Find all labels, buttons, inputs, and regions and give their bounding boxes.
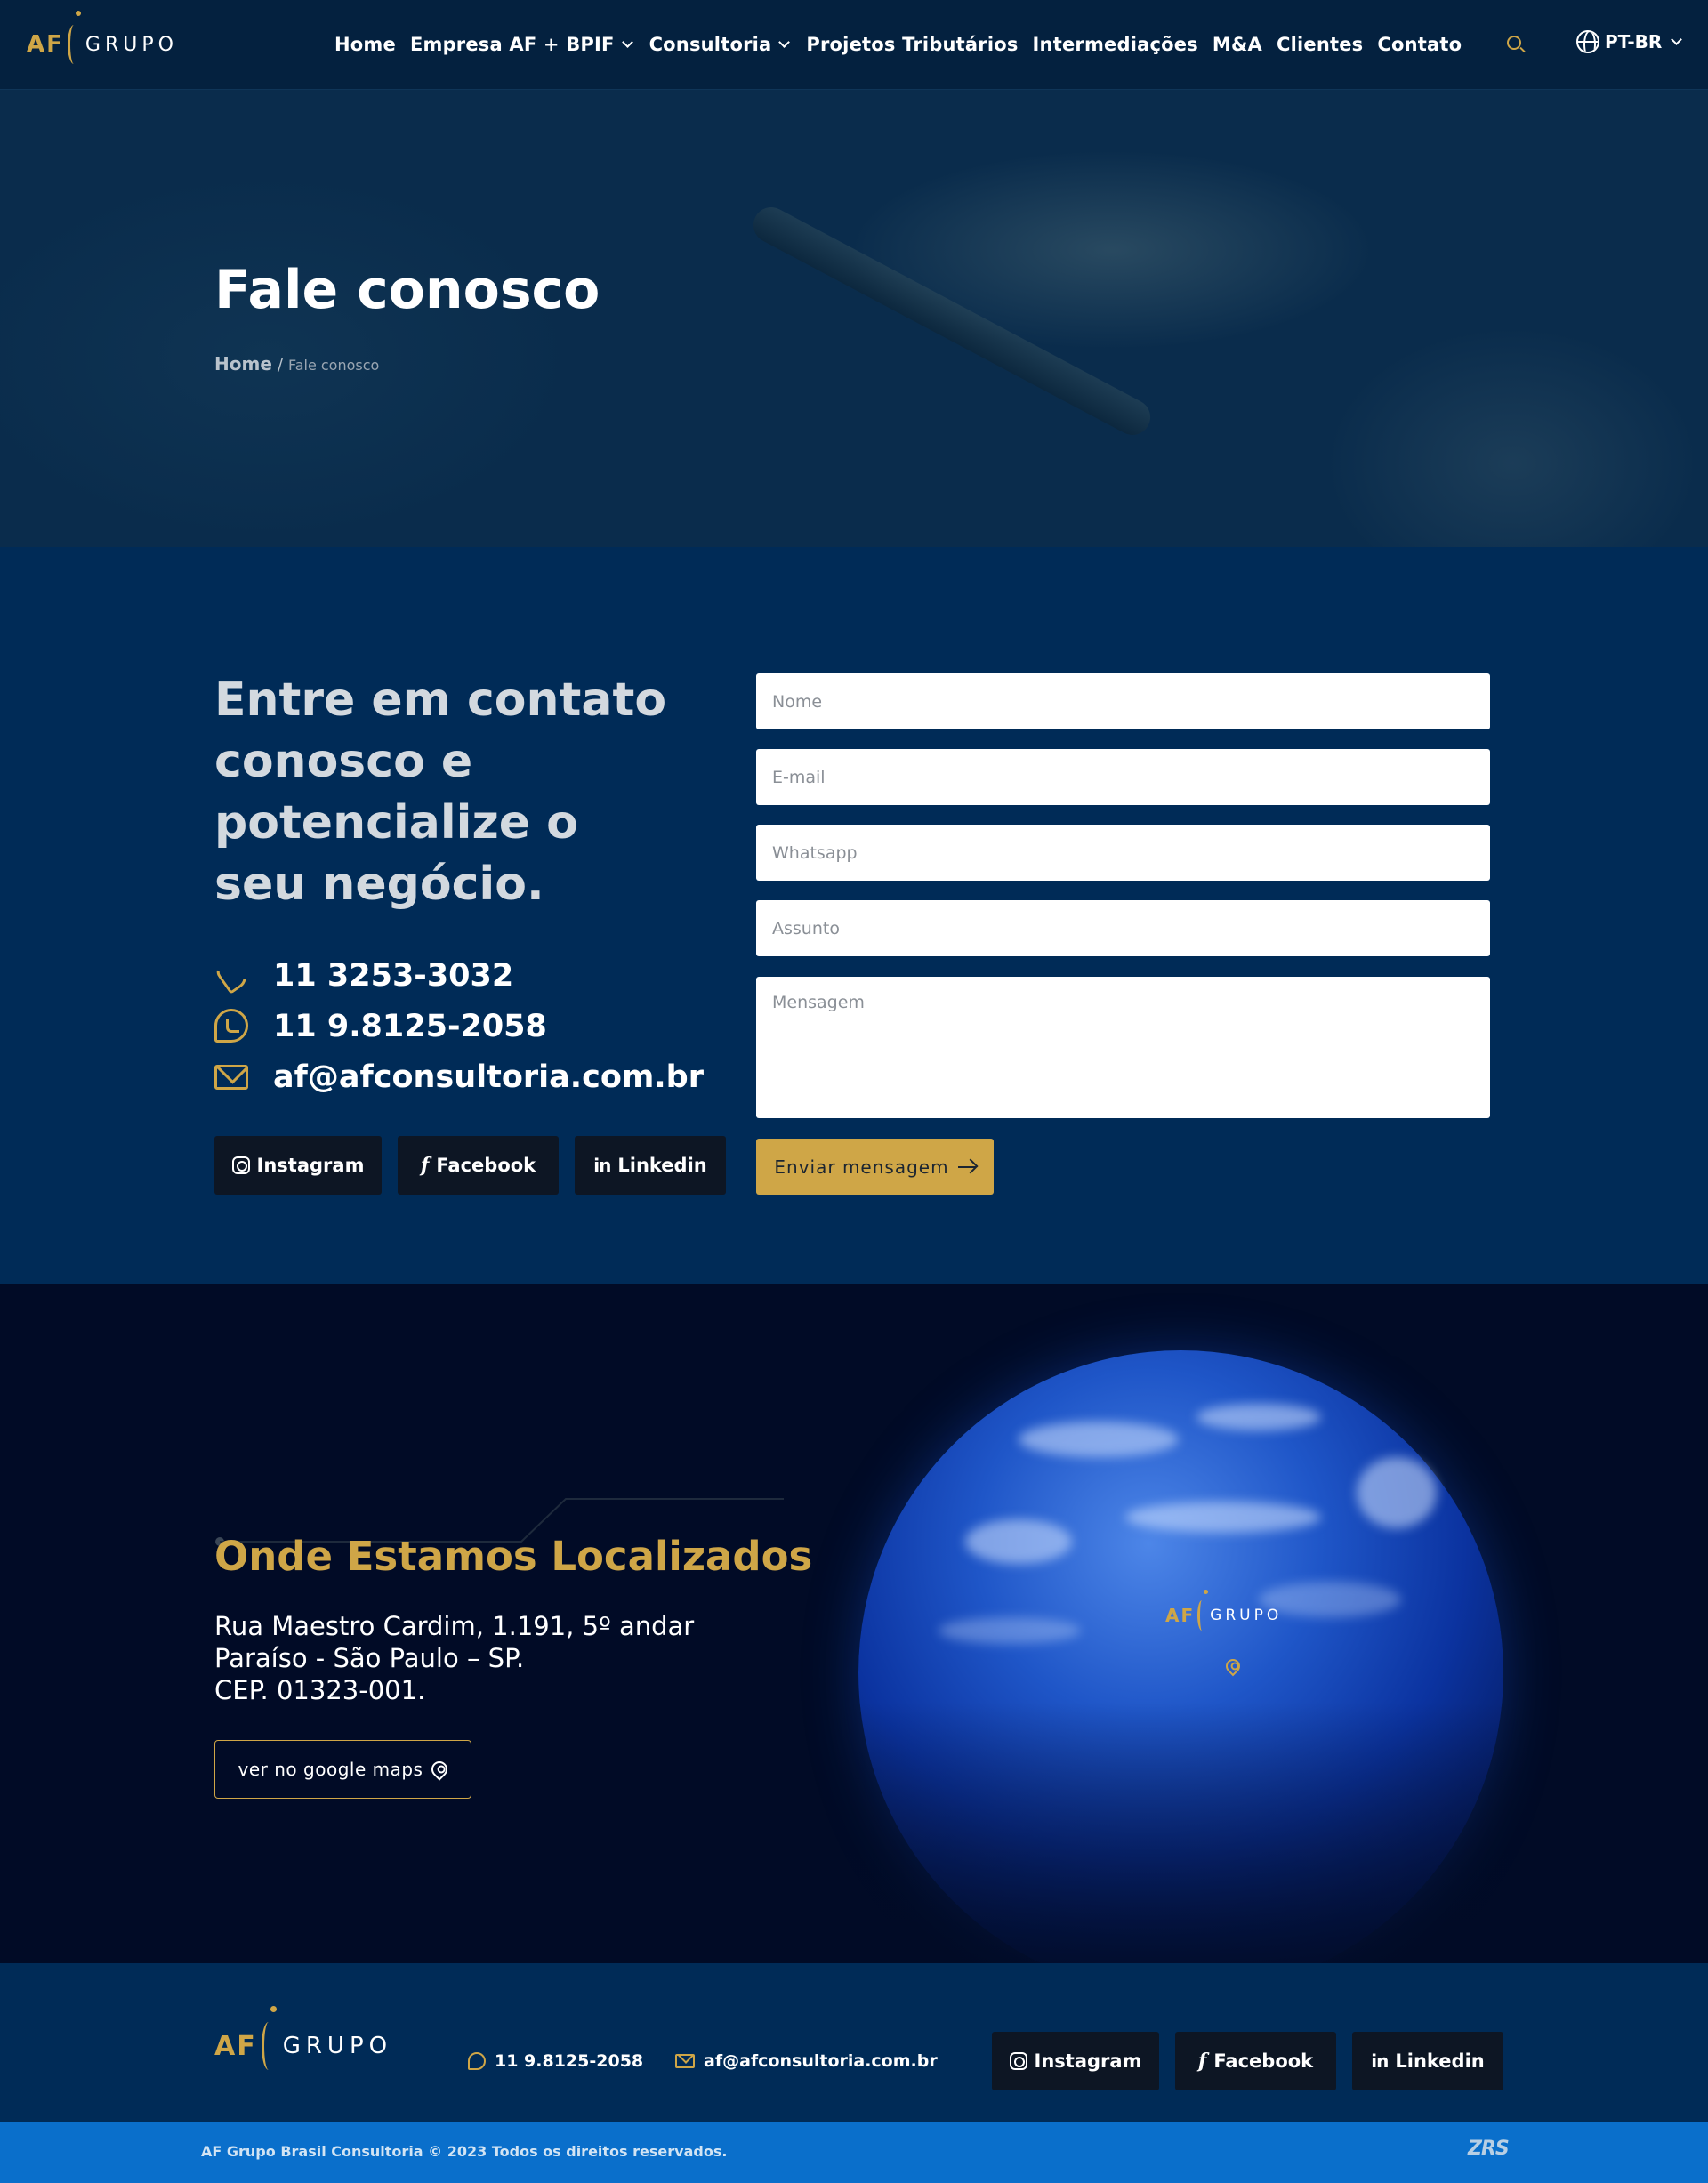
subject-input[interactable] — [756, 900, 1490, 956]
instagram-icon — [231, 1156, 250, 1174]
footer-logo-grupo-text: GRUPO — [282, 2033, 393, 2059]
whatsapp-input[interactable] — [756, 825, 1490, 881]
instagram-button[interactable]: Instagram — [214, 1136, 382, 1195]
footer-facebook-button[interactable]: f Facebook — [1175, 2032, 1336, 2090]
search-icon[interactable] — [1505, 34, 1527, 55]
chevron-down-icon — [778, 36, 791, 48]
contact-phone: 11 3253-3032 — [273, 958, 514, 994]
breadcrumb-separator: / — [277, 356, 283, 375]
header-logo[interactable]: AF GRUPO — [27, 11, 178, 75]
name-input[interactable] — [756, 673, 1490, 729]
footer-instagram-button[interactable]: Instagram — [992, 2032, 1159, 2090]
address-line-2: Paraíso - São Paulo – SP. — [214, 1643, 525, 1673]
nav-intermediacoes[interactable]: Intermediações — [1033, 34, 1198, 55]
hero-background-image — [746, 200, 1157, 442]
logo-mark-icon — [1197, 1590, 1209, 1631]
contact-heading: Entre em contato conosco e potencialize … — [214, 673, 667, 911]
nav-empresa-af-bpif[interactable]: Empresa AF + BPIF — [410, 34, 635, 55]
globe-fade-overlay — [801, 1702, 1601, 1963]
facebook-button[interactable]: f Facebook — [398, 1136, 559, 1195]
footer-whatsapp-link[interactable]: 11 9.8125-2058 — [468, 2051, 643, 2071]
language-selector[interactable]: PT-BR — [1576, 30, 1684, 53]
main-nav: Home Empresa AF + BPIF Consultoria Proje… — [334, 0, 1462, 89]
copyright-bar: AF Grupo Brasil Consultoria © 2023 Todos… — [0, 2122, 1708, 2183]
location-title: Onde Estamos Localizados — [214, 1533, 813, 1580]
logo-mark-icon — [261, 2006, 277, 2070]
send-message-label: Enviar mensagem — [774, 1156, 949, 1178]
footer-facebook-label: Facebook — [1213, 2050, 1314, 2072]
footer-email-link[interactable]: af@afconsultoria.com.br — [675, 2051, 938, 2071]
phone-icon — [213, 955, 252, 995]
contact-section: Entre em contato conosco e potencialize … — [0, 547, 1708, 1284]
site-header: AF GRUPO Home Empresa AF + BPIF Consulto… — [0, 0, 1708, 90]
facebook-label: Facebook — [436, 1155, 536, 1176]
address-line-3: CEP. 01323-001. — [214, 1675, 426, 1705]
logo-af-text: AF — [27, 31, 64, 58]
footer-linkedin-button[interactable]: in Linkedin — [1352, 2032, 1503, 2090]
nav-home[interactable]: Home — [334, 34, 396, 55]
location-section: Onde Estamos Localizados Rua Maestro Car… — [0, 1284, 1708, 1963]
globe-logo: AF GRUPO — [1165, 1590, 1283, 1638]
map-pin-icon — [428, 1758, 452, 1781]
site-footer: AF GRUPO 11 9.8125-2058 af@afconsultoria… — [0, 1963, 1708, 2122]
developer-logo[interactable]: ZRS — [1468, 2138, 1510, 2160]
linkedin-label: Linkedin — [617, 1155, 707, 1176]
page-hero: Fale conosco Home / Fale conosco — [0, 90, 1708, 547]
globe-logo-af-text: AF — [1165, 1605, 1196, 1626]
linkedin-icon: in — [1371, 2050, 1389, 2072]
chevron-down-icon — [1671, 33, 1683, 45]
linkedin-button[interactable]: in Linkedin — [575, 1136, 726, 1195]
arrow-right-icon — [957, 1165, 976, 1168]
logo-grupo-text: GRUPO — [85, 33, 178, 56]
footer-instagram-label: Instagram — [1034, 2050, 1142, 2072]
footer-whatsapp: 11 9.8125-2058 — [495, 2051, 644, 2071]
message-textarea[interactable] — [756, 977, 1490, 1118]
nav-consultoria[interactable]: Consultoria — [649, 34, 793, 55]
breadcrumb: Home / Fale conosco — [214, 353, 379, 375]
google-maps-label: ver no google maps — [238, 1759, 423, 1780]
chevron-down-icon — [621, 36, 633, 48]
page-title: Fale conosco — [214, 259, 600, 321]
footer-linkedin-label: Linkedin — [1395, 2050, 1485, 2072]
google-maps-button[interactable]: ver no google maps — [214, 1740, 471, 1799]
linkedin-icon: in — [593, 1155, 611, 1176]
footer-email: af@afconsultoria.com.br — [704, 2051, 938, 2071]
nav-contato[interactable]: Contato — [1377, 34, 1462, 55]
mail-icon — [214, 1059, 250, 1095]
whatsapp-icon — [468, 2052, 486, 2070]
copyright-text: AF Grupo Brasil Consultoria © 2023 Todos… — [201, 2143, 728, 2160]
instagram-label: Instagram — [256, 1155, 365, 1176]
breadcrumb-current: Fale conosco — [287, 357, 380, 374]
mail-icon — [675, 2054, 695, 2068]
footer-logo-af-text: AF — [214, 2030, 257, 2062]
contact-email-link[interactable]: af@afconsultoria.com.br — [214, 1059, 704, 1095]
breadcrumb-home-link[interactable]: Home — [214, 353, 272, 375]
contact-whatsapp-link[interactable]: 11 9.8125-2058 — [214, 1009, 547, 1044]
globe-icon — [1576, 30, 1599, 53]
facebook-icon: f — [420, 1154, 430, 1177]
nav-m-and-a[interactable]: M&A — [1213, 34, 1262, 55]
contact-whatsapp: 11 9.8125-2058 — [273, 1009, 547, 1044]
instagram-icon — [1009, 2052, 1027, 2070]
nav-clientes[interactable]: Clientes — [1277, 34, 1363, 55]
logo-mark-icon — [67, 11, 81, 64]
contact-phone-link[interactable]: 11 3253-3032 — [213, 955, 514, 995]
facebook-icon: f — [1197, 2050, 1207, 2073]
language-label: PT-BR — [1605, 31, 1663, 52]
nav-projetos-tributarios[interactable]: Projetos Tributários — [806, 34, 1018, 55]
whatsapp-icon — [214, 1009, 250, 1044]
send-message-button[interactable]: Enviar mensagem — [756, 1139, 994, 1195]
contact-email: af@afconsultoria.com.br — [273, 1059, 704, 1095]
footer-logo[interactable]: AF GRUPO — [214, 2006, 393, 2077]
globe-logo-grupo-text: GRUPO — [1210, 1607, 1283, 1624]
address-line-1: Rua Maestro Cardim, 1.191, 5º andar — [214, 1611, 695, 1641]
email-input[interactable] — [756, 749, 1490, 805]
